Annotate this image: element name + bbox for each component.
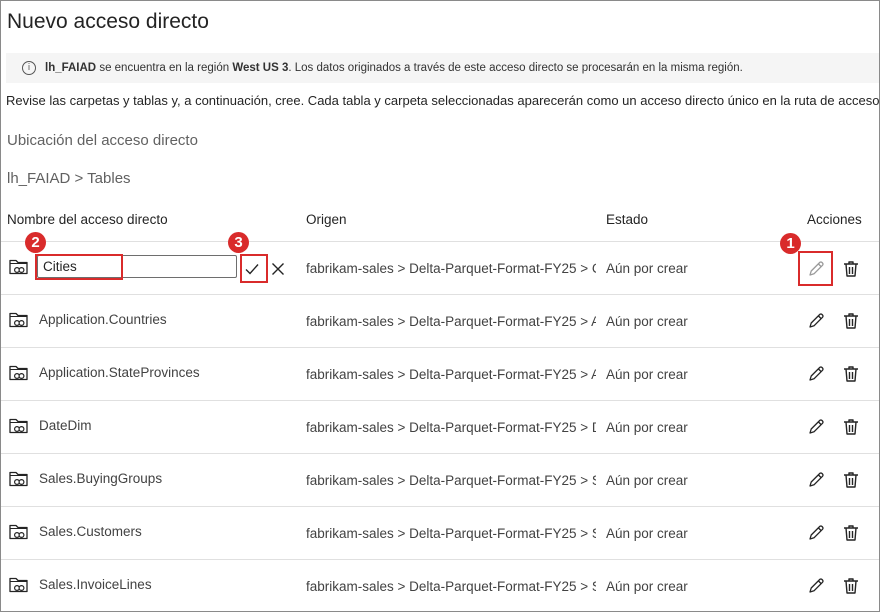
location-heading: Ubicación del acceso directo [7, 132, 198, 149]
row-status: Aún por crear [606, 420, 688, 435]
header-divider [1, 241, 879, 242]
row-status: Aún por crear [606, 367, 688, 382]
edit-pencil-icon[interactable] [806, 364, 826, 384]
row-origin: fabrikam-sales > Delta-Parquet-Format-FY… [306, 261, 596, 276]
row-origin: fabrikam-sales > Delta-Parquet-Format-FY… [306, 420, 596, 435]
region-info-banner: i lh_FAIAD se encuentra en la región Wes… [6, 53, 879, 83]
folder-shortcut-icon [9, 365, 28, 381]
column-header-actions: Acciones [807, 212, 862, 227]
banner-text-1: se encuentra en la región [96, 62, 233, 74]
row-name: Application.StateProvinces [39, 365, 200, 380]
folder-shortcut-icon [9, 312, 28, 328]
edit-pencil-icon[interactable] [806, 576, 826, 596]
edit-pencil-icon[interactable] [806, 417, 826, 437]
delete-trash-icon[interactable] [841, 417, 861, 437]
row-origin: fabrikam-sales > Delta-Parquet-Format-FY… [306, 526, 596, 541]
cancel-edit-icon[interactable] [269, 260, 287, 278]
folder-shortcut-icon [9, 259, 28, 275]
row-divider [1, 559, 879, 560]
new-shortcut-dialog: Nuevo acceso directo i lh_FAIAD se encue… [0, 0, 880, 612]
row-divider [1, 400, 879, 401]
row-divider [1, 294, 879, 295]
column-header-origin: Origen [306, 212, 347, 227]
breadcrumb: lh_FAIAD > Tables [7, 170, 131, 187]
row-divider [1, 506, 879, 507]
banner-text-2: . Los datos originados a través de este … [288, 62, 743, 74]
delete-trash-icon[interactable] [841, 470, 861, 490]
banner-region: West US 3 [232, 62, 289, 74]
row-name: Sales.InvoiceLines [39, 577, 152, 592]
dialog-title: Nuevo acceso directo [7, 10, 209, 33]
row-status: Aún por crear [606, 579, 688, 594]
callout-badge-2: 2 [25, 232, 46, 253]
row-name: DateDim [39, 418, 92, 433]
row-status: Aún por crear [606, 473, 688, 488]
callout-box-edit [798, 251, 833, 286]
callout-badge-3: 3 [228, 232, 249, 253]
delete-trash-icon[interactable] [841, 523, 861, 543]
edit-pencil-icon[interactable] [806, 523, 826, 543]
edit-pencil-icon[interactable] [806, 470, 826, 490]
row-status: Aún por crear [606, 261, 688, 276]
row-divider [1, 453, 879, 454]
row-name: Sales.BuyingGroups [39, 471, 163, 486]
row-origin: fabrikam-sales > Delta-Parquet-Format-FY… [306, 367, 596, 382]
description-text: Revise las carpetas y tablas y, a contin… [6, 93, 880, 108]
delete-trash-icon[interactable] [841, 576, 861, 596]
row-origin: fabrikam-sales > Delta-Parquet-Format-FY… [306, 314, 596, 329]
banner-lakehouse-name: lh_FAIAD [45, 62, 97, 74]
folder-shortcut-icon [9, 418, 28, 434]
folder-shortcut-icon [9, 524, 28, 540]
folder-shortcut-icon [9, 577, 28, 593]
row-status: Aún por crear [606, 526, 688, 541]
callout-box-confirm [240, 254, 268, 283]
row-name: Application.Countries [39, 312, 167, 327]
callout-badge-1: 1 [780, 233, 801, 254]
column-header-name: Nombre del acceso directo [7, 212, 168, 227]
info-icon: i [22, 61, 36, 75]
row-name: Sales.Customers [39, 524, 142, 539]
column-header-status: Estado [606, 212, 649, 227]
edit-pencil-icon[interactable] [806, 311, 826, 331]
row-divider [1, 347, 879, 348]
callout-box-name-input [35, 254, 123, 280]
delete-trash-icon[interactable] [841, 364, 861, 384]
folder-shortcut-icon [9, 471, 28, 487]
row-origin: fabrikam-sales > Delta-Parquet-Format-FY… [306, 473, 596, 488]
row-origin: fabrikam-sales > Delta-Parquet-Format-FY… [306, 579, 596, 594]
delete-trash-icon[interactable] [841, 311, 861, 331]
delete-trash-icon[interactable] [841, 259, 861, 279]
row-status: Aún por crear [606, 314, 688, 329]
